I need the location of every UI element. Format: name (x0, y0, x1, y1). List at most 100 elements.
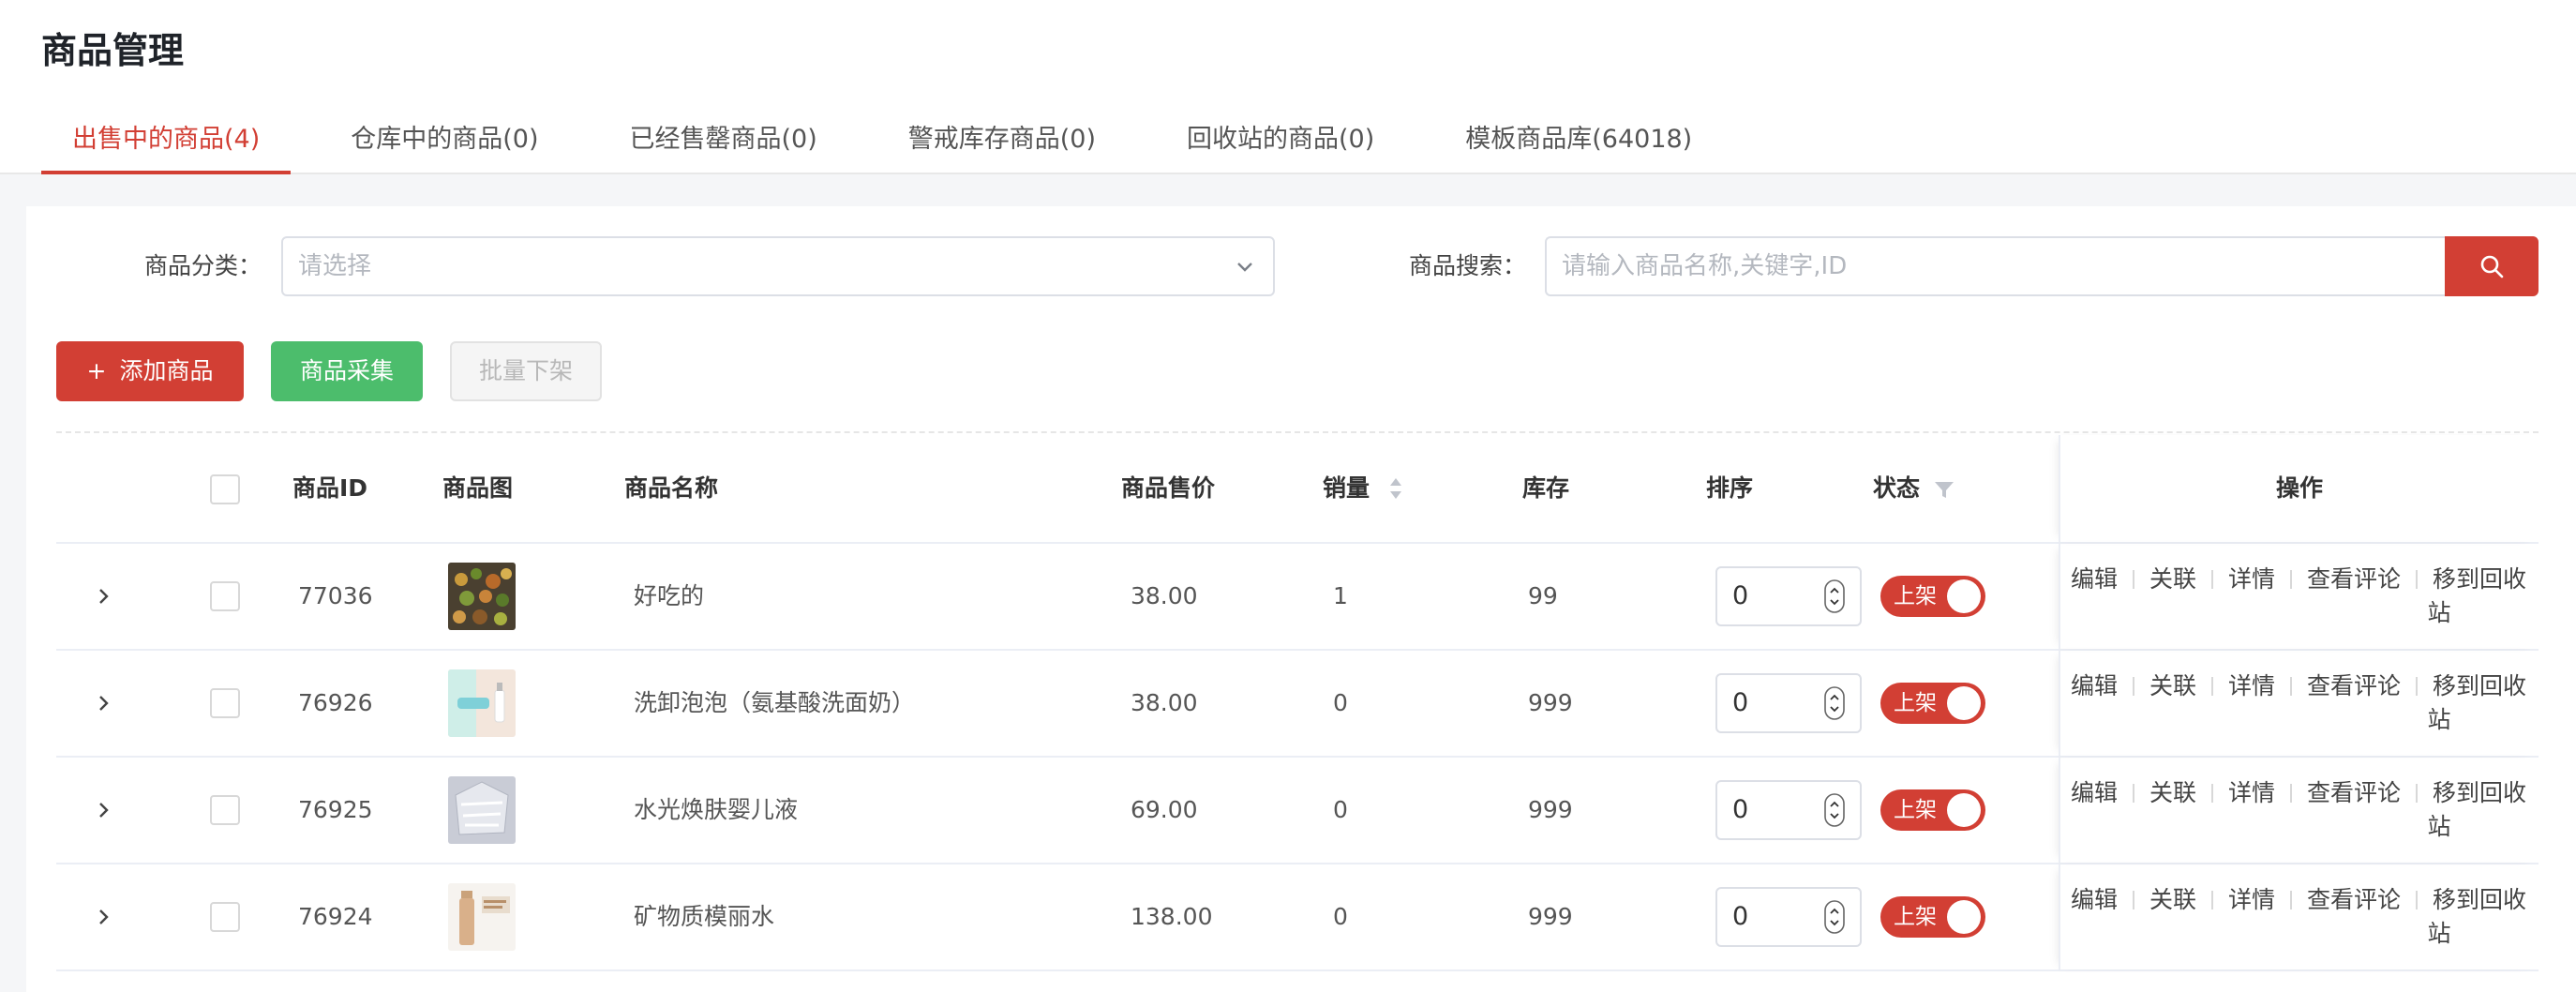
product-sales: 0 (1333, 903, 1348, 930)
sort-stepper[interactable]: 0 (1715, 780, 1862, 840)
tab-sold-out[interactable]: 已经售罄商品(0) (599, 113, 848, 173)
add-product-label: 添加商品 (119, 357, 214, 384)
status-toggle[interactable]: 上架 (1880, 683, 1985, 724)
sort-stepper[interactable]: 0 (1715, 673, 1862, 733)
sort-value: 0 (1732, 902, 1749, 931)
stepper-arrows-icon[interactable] (1824, 793, 1845, 827)
header-sales[interactable]: 销量 (1323, 435, 1404, 542)
category-select[interactable]: 请选择 (281, 236, 1275, 296)
toggle-knob (1947, 579, 1981, 613)
product-price: 38.00 (1131, 582, 1198, 609)
edit-link[interactable]: 编辑 (2071, 886, 2118, 913)
page-title: 商品管理 (41, 30, 185, 71)
row-actions: 编辑 关联 详情 查看评论 移到回收 站 (2059, 563, 2539, 630)
link-link[interactable]: 关联 (2149, 565, 2196, 593)
row-checkbox[interactable] (210, 688, 240, 718)
product-price: 69.00 (1131, 796, 1198, 823)
product-name: 水光焕肤婴儿液 (634, 796, 799, 823)
edit-link[interactable]: 编辑 (2071, 779, 2118, 806)
separator (2132, 784, 2134, 803)
product-table: 商品ID 商品图 商品名称 商品售价 销量 库存 排序 状态 操作 77036 … (56, 435, 2539, 971)
detail-link[interactable]: 详情 (2228, 886, 2275, 913)
collect-product-button[interactable]: 商品采集 (271, 341, 423, 401)
select-all-checkbox[interactable] (210, 474, 240, 504)
sort-stepper[interactable]: 0 (1715, 887, 1862, 947)
product-stock: 999 (1528, 903, 1573, 930)
detail-link[interactable]: 详情 (2228, 779, 2275, 806)
reviews-link[interactable]: 查看评论 (2307, 565, 2401, 593)
search-button[interactable] (2445, 236, 2539, 296)
row-checkbox[interactable] (210, 581, 240, 611)
recycle-link[interactable]: 移到回收 (2433, 565, 2526, 593)
recycle-link-wrap[interactable]: 站 (2427, 813, 2450, 840)
chevron-right-icon[interactable] (92, 799, 114, 821)
product-price: 138.00 (1131, 903, 1213, 930)
tab-recycle-bin[interactable]: 回收站的商品(0) (1156, 113, 1405, 173)
reviews-link[interactable]: 查看评论 (2307, 886, 2401, 913)
edit-link[interactable]: 编辑 (2071, 565, 2118, 593)
link-link[interactable]: 关联 (2149, 672, 2196, 699)
stepper-arrows-icon[interactable] (1824, 686, 1845, 720)
row-checkbox[interactable] (210, 795, 240, 825)
category-label: 商品分类： (144, 252, 262, 279)
stepper-arrows-icon[interactable] (1824, 900, 1845, 934)
row-actions: 编辑 关联 详情 查看评论 移到回收 站 (2059, 776, 2539, 844)
search-input[interactable] (1545, 236, 2449, 296)
reviews-link[interactable]: 查看评论 (2307, 672, 2401, 699)
header-sort: 排序 (1706, 474, 1754, 502)
separator (2132, 570, 2134, 589)
bottle-image-icon (448, 883, 516, 951)
recycle-link[interactable]: 移到回收 (2433, 779, 2526, 806)
link-link[interactable]: 关联 (2149, 779, 2196, 806)
product-price: 38.00 (1131, 689, 1198, 716)
product-thumbnail[interactable] (448, 563, 516, 630)
chevron-right-icon[interactable] (92, 585, 114, 608)
product-thumbnail[interactable] (448, 883, 516, 951)
tab-bar: 出售中的商品(4) 仓库中的商品(0) 已经售罄商品(0) 警戒库存商品(0) … (41, 113, 1752, 174)
recycle-link-wrap[interactable]: 站 (2427, 920, 2450, 947)
divider (56, 431, 2539, 433)
row-checkbox[interactable] (210, 902, 240, 932)
separator (2416, 677, 2419, 696)
header-status[interactable]: 状态 (1873, 435, 1954, 542)
batch-off-shelf-button[interactable]: 批量下架 (450, 341, 602, 401)
tab-template-library[interactable]: 模板商品库(64018) (1434, 113, 1723, 173)
header-price: 商品售价 (1121, 474, 1216, 502)
product-name: 好吃的 (634, 582, 705, 609)
detail-link[interactable]: 详情 (2228, 672, 2275, 699)
link-link[interactable]: 关联 (2149, 886, 2196, 913)
edit-link[interactable]: 编辑 (2071, 672, 2118, 699)
add-product-button[interactable]: + 添加商品 (56, 341, 244, 401)
row-actions: 编辑 关联 详情 查看评论 移到回收 站 (2059, 883, 2539, 951)
reviews-link[interactable]: 查看评论 (2307, 779, 2401, 806)
row-actions: 编辑 关联 详情 查看评论 移到回收 站 (2059, 669, 2539, 737)
separator (2290, 570, 2292, 589)
stepper-arrows-icon[interactable] (1824, 579, 1845, 613)
status-toggle[interactable]: 上架 (1880, 896, 1985, 938)
sort-stepper[interactable]: 0 (1715, 566, 1862, 626)
tab-warehouse[interactable]: 仓库中的商品(0) (320, 113, 569, 173)
status-toggle[interactable]: 上架 (1880, 576, 1985, 617)
product-stock: 999 (1528, 796, 1573, 823)
content-card: 商品分类： 请选择 商品搜索： + 添加商品 商品采集 批量下架 商品ID 商品图… (26, 206, 2576, 992)
status-label: 上架 (1894, 691, 1937, 715)
separator (2132, 677, 2134, 696)
chevron-right-icon[interactable] (92, 906, 114, 928)
recycle-link-wrap[interactable]: 站 (2427, 706, 2450, 733)
chevron-right-icon[interactable] (92, 692, 114, 714)
separator (2132, 891, 2134, 909)
product-thumbnail[interactable] (448, 669, 516, 737)
recycle-link-wrap[interactable]: 站 (2427, 599, 2450, 626)
status-label: 上架 (1894, 584, 1937, 609)
recycle-link[interactable]: 移到回收 (2433, 672, 2526, 699)
detail-link[interactable]: 详情 (2228, 565, 2275, 593)
search-label: 商品搜索： (1409, 252, 1527, 279)
product-thumbnail[interactable] (448, 776, 516, 844)
sort-icon[interactable] (1387, 476, 1404, 501)
recycle-link[interactable]: 移到回收 (2433, 886, 2526, 913)
tab-low-stock[interactable]: 警戒库存商品(0) (877, 113, 1127, 173)
tab-on-sale[interactable]: 出售中的商品(4) (41, 113, 292, 174)
filter-icon[interactable] (1934, 479, 1954, 500)
separator (2210, 784, 2213, 803)
status-toggle[interactable]: 上架 (1880, 789, 1985, 831)
